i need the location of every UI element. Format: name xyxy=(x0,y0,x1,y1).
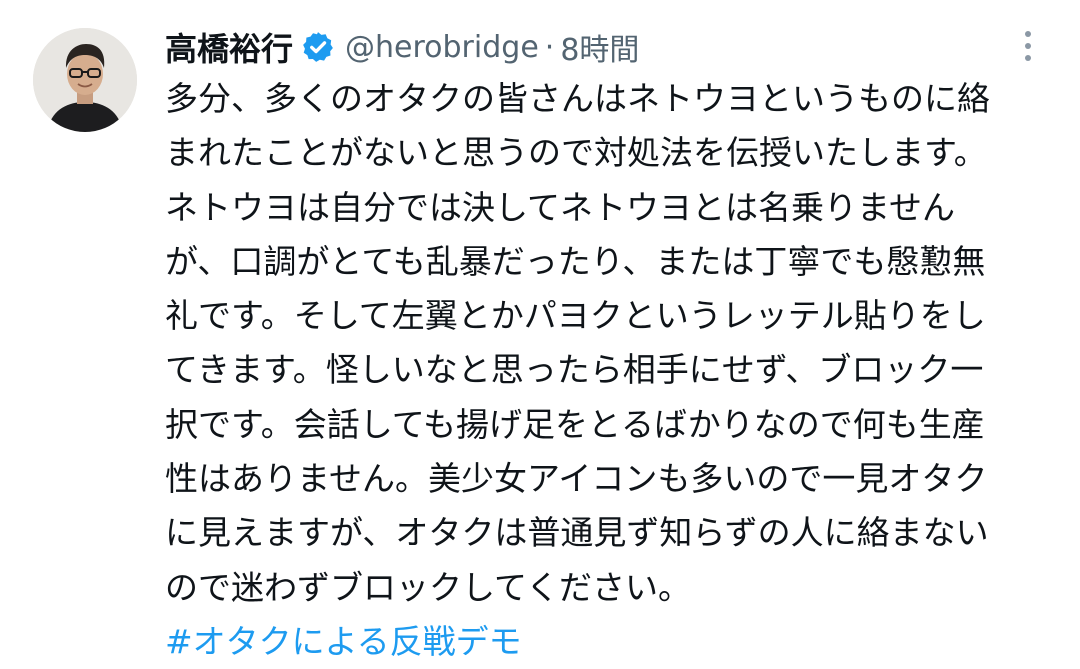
tweet-text-line: に見えますが、オタクは普通見ず知らずの人に絡まない xyxy=(165,513,989,553)
tweet-text-line: ネトウヨは自分では決してネトウヨとは名乗りません xyxy=(165,187,956,227)
timestamp[interactable]: 8時間 xyxy=(560,25,639,69)
verified-badge-icon xyxy=(301,30,335,64)
avatar[interactable] xyxy=(33,28,137,132)
tweet-text-line: 性はありません。美少女アイコンも多いので一見オタク xyxy=(165,459,988,499)
tweet-header: 高橋裕行 @herobridge · 8時間 xyxy=(165,24,639,70)
tweet-text-line: 択です。会話しても揚げ足をとるばかりなので何も生産 xyxy=(165,404,985,444)
tweet-text-line: が、口調がとても乱暴だったり、または丁寧でも慇懃無 xyxy=(165,241,986,281)
tweet-text-line: ので迷わずブロックしてください。 xyxy=(165,567,692,607)
tweet-text-line: 礼です。そして左翼とかパヨクというレッテル貼りをし xyxy=(165,296,986,336)
user-handle[interactable]: @herobridge xyxy=(345,30,539,65)
display-name[interactable]: 高橋裕行 xyxy=(165,24,293,70)
tweet: 高橋裕行 @herobridge · 8時間 多分、多くのオタクの皆さんはネトウ… xyxy=(0,0,1080,661)
tweet-text-line: 多分、多くのオタクの皆さんはネトウヨというものに絡 xyxy=(165,79,990,118)
separator-dot: · xyxy=(544,29,555,65)
more-options-icon[interactable] xyxy=(1010,26,1046,66)
hashtag-link[interactable]: #オタクによる反戦デモ xyxy=(165,615,1045,669)
tweet-text-line: てきます。怪しいなと思ったら相手にせず、ブロック一 xyxy=(165,350,984,390)
tweet-text: 多分、多くのオタクの皆さんはネトウヨというものに絡 まれたことがないと思うので対… xyxy=(165,72,1045,669)
avatar-photo xyxy=(33,28,137,132)
tweet-text-line: まれたことがないと思うので対処法を伝授いたします。 xyxy=(165,133,987,173)
